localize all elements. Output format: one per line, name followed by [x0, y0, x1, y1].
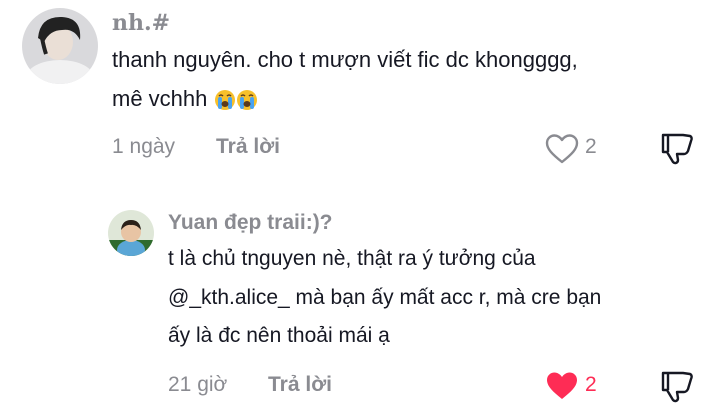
comment-thread: nh.# thanh nguyên. cho t mượn viết fic d… [0, 0, 720, 415]
heart-filled-icon[interactable] [544, 370, 580, 402]
reply-reply-button[interactable]: Trả lời [268, 373, 332, 397]
reply-avatar[interactable] [108, 210, 154, 256]
dislike-icon[interactable] [659, 370, 695, 404]
reply-text-line-2: @_kth.alice_ mà bạn ấy mất acc r, mà cre… [168, 286, 602, 309]
reply-avatar-image [108, 210, 154, 256]
loudly-crying-face-icon [214, 89, 236, 117]
reply-like-count: 2 [585, 373, 597, 396]
comment-timestamp: 1 ngày [112, 135, 176, 158]
comment-text-line-2-text: mê vchhh [112, 86, 208, 111]
reply-username[interactable]: Yuan đẹp traii:)? [168, 211, 333, 235]
avatar-image [22, 8, 98, 84]
comment-reply-button[interactable]: Trả lời [216, 135, 280, 159]
comment-like-count: 2 [585, 135, 597, 158]
reply-text-line-1: t là chủ tnguyen nè, thật ra ý tưởng của [168, 247, 536, 270]
heart-outline-icon[interactable] [544, 133, 580, 165]
reply-text-line-3: ấy là đc nên thoải mái ạ [168, 324, 390, 347]
comment-text-line-2: mê vchhh [112, 86, 258, 117]
loudly-crying-face-icon [236, 89, 258, 117]
comment-text-line-1: thanh nguyên. cho t mượn viết fic dc kho… [112, 47, 578, 72]
commenter-username[interactable]: nh.# [112, 10, 170, 36]
dislike-icon[interactable] [659, 132, 695, 166]
commenter-avatar[interactable] [22, 8, 98, 84]
reply-timestamp: 21 giờ [168, 373, 228, 396]
